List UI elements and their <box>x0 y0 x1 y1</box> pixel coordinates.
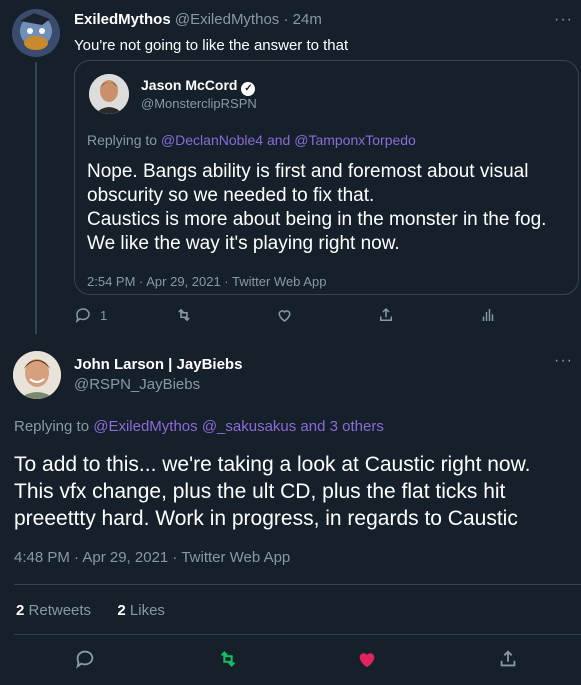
main-actions-bar <box>0 648 581 674</box>
retweet-icon <box>220 651 236 667</box>
quoted-author-avatar[interactable] <box>89 74 129 114</box>
main-body-line: To add to this... we're taking a look at… <box>14 453 531 476</box>
share-icon <box>380 307 392 321</box>
retweets-label: Retweets <box>28 602 92 619</box>
retweets-stat[interactable]: 2 Retweets <box>16 602 95 619</box>
verified-icon: ✓ <box>241 82 256 96</box>
main-meta[interactable]: 4:48 PM · Apr 29, 2021 · Twitter Web App <box>14 549 290 566</box>
retweets-count: 2 <box>16 602 25 619</box>
analytics-icon <box>482 309 494 321</box>
main-replying-prefix: Replying to <box>14 418 90 435</box>
reply-header: ExiledMythos @ExiledMythos · 24m <box>74 11 322 28</box>
share-icon <box>500 650 516 667</box>
thread-line <box>35 62 37 334</box>
reply-text: You're not going to like the answer to t… <box>74 37 349 54</box>
reply-icon <box>76 650 94 669</box>
quoted-replying-prefix: Replying to <box>87 132 158 148</box>
reply-author-handle[interactable]: @ExiledMythos <box>175 11 279 28</box>
main-replying-to: Replying to @ExiledMythos @_sakusakus an… <box>14 418 384 435</box>
reply-icon <box>75 308 90 323</box>
quoted-author-name[interactable]: Jason McCord <box>141 77 237 93</box>
main-body-line: This vfx change, plus the ult CD, plus t… <box>14 480 506 503</box>
quoted-meta[interactable]: 2:54 PM · Apr 29, 2021 · Twitter Web App <box>87 274 326 289</box>
like-button[interactable] <box>275 306 294 324</box>
reply-count: 1 <box>100 307 108 323</box>
main-author-avatar[interactable] <box>13 351 61 399</box>
quoted-author-name-row: Jason McCord ✓ <box>141 77 256 96</box>
share-button[interactable] <box>377 306 395 324</box>
like-button[interactable] <box>356 648 378 675</box>
divider <box>14 584 581 585</box>
reply-button[interactable] <box>74 648 96 675</box>
reply-author-name[interactable]: ExiledMythos <box>74 11 171 28</box>
share-button[interactable] <box>497 648 519 675</box>
like-icon <box>278 310 291 322</box>
quoted-tweet-card[interactable]: Jason McCord ✓ @MonsterclipRSPN Replying … <box>74 60 579 295</box>
reply-time[interactable]: 24m <box>293 11 322 28</box>
reply-author-avatar[interactable] <box>12 9 60 57</box>
quoted-body-line: Nope. Bangs ability is first and foremos… <box>87 161 529 182</box>
main-replying-users[interactable]: @ExiledMythos @_sakusakus and 3 others <box>93 418 384 435</box>
retweet-button[interactable] <box>216 648 240 675</box>
main-author-handle[interactable]: @RSPN_JayBiebs <box>74 376 200 393</box>
likes-count: 2 <box>117 602 126 619</box>
retweet-icon <box>178 308 190 322</box>
analytics-button[interactable] <box>479 306 497 324</box>
likes-stat[interactable]: 2 Likes <box>117 602 165 619</box>
reply-button[interactable]: 1 <box>74 306 107 324</box>
main-body: To add to this... we're taking a look at… <box>14 451 530 532</box>
quoted-body-line: We like the way it's playing right now. <box>87 233 400 254</box>
more-icon[interactable]: ··· <box>554 11 573 29</box>
likes-label: Likes <box>129 602 165 619</box>
retweet-button[interactable] <box>174 306 194 324</box>
engagement-stats: 2 Retweets 2 Likes <box>16 602 165 619</box>
main-author-name[interactable]: John Larson | JayBiebs <box>74 356 242 373</box>
divider <box>14 634 581 635</box>
reply-separator: · <box>283 11 289 28</box>
quoted-body: Nope. Bangs ability is first and foremos… <box>87 160 578 256</box>
quoted-replying-users[interactable]: @DeclanNoble4 and @TamponxTorpedo <box>161 132 416 148</box>
quoted-author-handle[interactable]: @MonsterclipRSPN <box>141 96 257 111</box>
more-icon[interactable]: ··· <box>554 352 573 370</box>
quoted-body-line: obscurity so we needed to fix that. <box>87 185 375 206</box>
reply-actions-bar: 1 <box>74 306 574 330</box>
main-body-line: preeettty hard. Work in progress, in reg… <box>14 507 518 530</box>
quoted-body-line: Caustics is more about being in the mons… <box>87 209 547 230</box>
like-icon <box>359 653 375 668</box>
quoted-replying-to: Replying to @DeclanNoble4 and @TamponxTo… <box>87 132 416 148</box>
